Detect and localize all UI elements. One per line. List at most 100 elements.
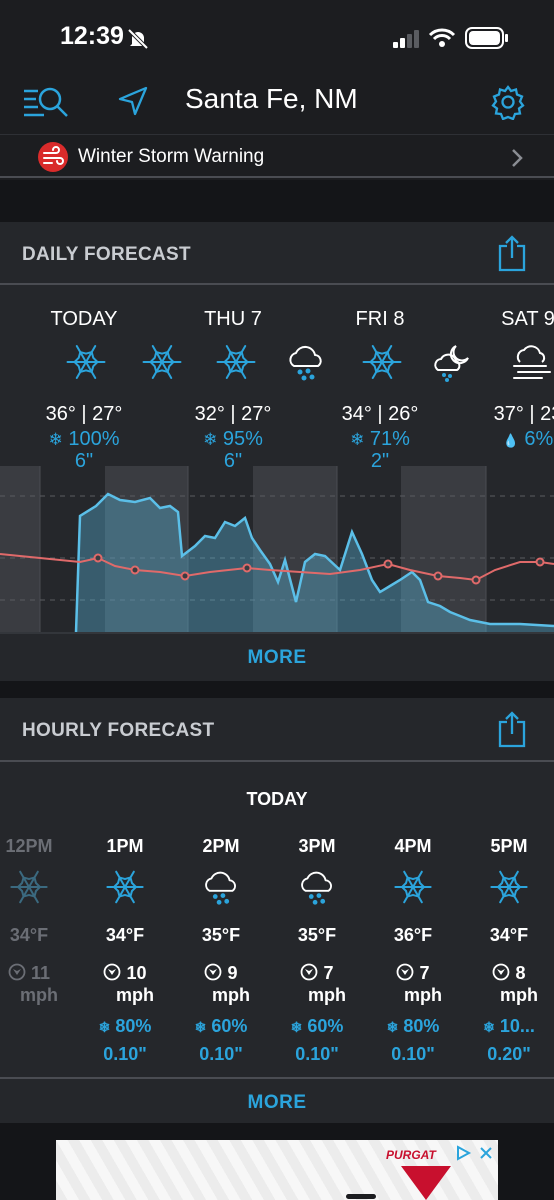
wifi-icon xyxy=(428,28,456,47)
ad-close-icon[interactable] xyxy=(478,1145,494,1161)
precip-type-icon: ❄ xyxy=(350,430,365,449)
hour-precip: ❄ 60% xyxy=(194,1016,248,1036)
divider xyxy=(0,283,554,285)
hour-precip: ❄ 10... xyxy=(483,1016,535,1036)
hour-amount: 0.10" xyxy=(103,1044,147,1064)
divider xyxy=(0,632,554,634)
precip-type-icon: ❄ xyxy=(48,430,63,449)
gear-icon[interactable] xyxy=(490,84,526,120)
snowflake-icon: ❄ xyxy=(194,1019,207,1035)
divider xyxy=(0,1077,554,1079)
wind-direction-icon xyxy=(300,963,318,983)
fog-icon xyxy=(508,340,552,384)
wind-direction-icon xyxy=(103,963,121,983)
day-temps: 36° | 27° xyxy=(45,403,123,425)
hourly-item[interactable]: 3PM 35°F 7 mph ❄ 60% 0.10" xyxy=(269,836,365,1065)
hour-wind: 11 xyxy=(0,962,77,984)
hourly-item[interactable]: 4PM 36°F 7 mph ❄ 80% 0.10" xyxy=(365,836,461,1065)
day-name: TODAY xyxy=(50,308,118,330)
hourly-item[interactable]: 12PM 34°F 11 mph xyxy=(0,836,77,1044)
location-title[interactable]: Santa Fe, NM xyxy=(185,83,358,115)
hour-time: 2PM xyxy=(202,836,240,856)
hour-time: 12PM xyxy=(5,836,53,856)
hour-wind-unit: mph xyxy=(500,985,538,1005)
hour-wind: 7 xyxy=(365,962,461,984)
daily-day[interactable]: TODAY 36° | 27° ❄ 100% 6" xyxy=(14,308,154,471)
hour-precip: ❄ 80% xyxy=(386,1016,440,1036)
share-icon[interactable] xyxy=(498,710,526,748)
day-name: THU 7 xyxy=(204,308,262,330)
hour-amount: 0.20" xyxy=(487,1044,531,1064)
hour-time: 3PM xyxy=(298,836,336,856)
spacer xyxy=(0,180,554,222)
hour-wind: 9 xyxy=(173,962,269,984)
ad-brand: PURGAT xyxy=(386,1148,436,1162)
hour-wind: 7 xyxy=(269,962,365,984)
snowflake-icon: ❄ xyxy=(483,1019,495,1035)
daily-more-button[interactable]: MORE xyxy=(0,647,554,669)
precip-type-icon: ❄ xyxy=(203,430,218,449)
share-icon[interactable] xyxy=(498,234,526,272)
menu-search-icon[interactable] xyxy=(22,85,70,119)
alert-label: Winter Storm Warning xyxy=(78,146,265,167)
hourly-item[interactable]: 5PM 34°F 8 mph ❄ 10... 0.20" xyxy=(461,836,554,1065)
hour-temp: 35°F xyxy=(297,925,337,945)
ad-info-icon[interactable] xyxy=(454,1144,472,1162)
wind-direction-icon xyxy=(396,963,414,983)
location-arrow-icon[interactable] xyxy=(117,85,149,117)
signal-icon xyxy=(393,30,419,48)
snowflake-icon xyxy=(77,863,173,911)
daily-day[interactable]: FRI 8 34° | 26° ❄ 71% 2" xyxy=(310,308,450,471)
cloud-snow-icon xyxy=(269,863,365,911)
divider xyxy=(0,760,554,762)
day-temps: 32° | 27° xyxy=(194,403,272,425)
daily-forecast-graph xyxy=(0,466,554,632)
day-name: SAT 9 xyxy=(501,308,554,330)
snowflake-icon xyxy=(365,863,461,911)
daily-day[interactable]: THU 7 32° | 27° ❄ 95% 6" xyxy=(163,308,303,471)
bell-muted-icon xyxy=(127,28,149,50)
wind-direction-icon xyxy=(8,963,26,983)
wind-snow-alert-icon xyxy=(38,142,68,172)
hour-precip: ❄ 80% xyxy=(98,1016,152,1036)
hour-temp: 34°F xyxy=(9,925,49,945)
hour-amount: 0.10" xyxy=(199,1044,243,1064)
ad-banner[interactable]: PURGAT xyxy=(56,1140,498,1200)
top-bar: Santa Fe, NM xyxy=(0,75,554,133)
snowflake-icon: ❄ xyxy=(98,1019,111,1035)
hour-time: 1PM xyxy=(106,836,144,856)
snowflake-icon xyxy=(360,340,404,384)
hour-temp: 35°F xyxy=(201,925,241,945)
precip-type-icon: 💧 xyxy=(502,433,519,448)
hourly-more-button[interactable]: MORE xyxy=(0,1092,554,1114)
hourly-item[interactable]: 1PM 34°F 10 mph ❄ 80% 0.10" xyxy=(77,836,173,1065)
status-time: 12:39 xyxy=(60,22,124,50)
home-indicator xyxy=(346,1194,376,1199)
hour-time: 4PM xyxy=(394,836,432,856)
status-bar: 12:39 xyxy=(0,0,554,75)
hour-wind-unit: mph xyxy=(116,985,154,1005)
weather-alert-banner[interactable]: Winter Storm Warning xyxy=(0,134,554,178)
hour-temp: 34°F xyxy=(105,925,145,945)
snowflake-icon: ❄ xyxy=(386,1019,399,1035)
hour-wind-unit: mph xyxy=(404,985,442,1005)
day-precip: ❄ 71% xyxy=(350,428,410,450)
hour-temp: 36°F xyxy=(393,925,433,945)
wind-direction-icon xyxy=(204,963,222,983)
day-name: FRI 8 xyxy=(355,308,405,330)
spacer xyxy=(0,681,554,698)
hourly-item[interactable]: 2PM 35°F 9 mph ❄ 60% 0.10" xyxy=(173,836,269,1065)
hour-wind-unit: mph xyxy=(20,985,58,1005)
battery-icon xyxy=(465,27,508,49)
day-precip: ❄ 95% xyxy=(203,428,263,450)
hour-wind-unit: mph xyxy=(212,985,250,1005)
snowflake-icon xyxy=(214,340,258,384)
hour-amount: 0.10" xyxy=(391,1044,435,1064)
hour-precip xyxy=(0,1016,77,1038)
cloud-snow-icon xyxy=(173,863,269,911)
hourly-day-label: TODAY xyxy=(246,789,308,809)
hourly-forecast-title: HOURLY FORECAST xyxy=(22,720,215,741)
chevron-right-icon xyxy=(512,149,523,167)
hour-wind: 10 xyxy=(77,962,173,984)
wind-direction-icon xyxy=(492,963,510,983)
